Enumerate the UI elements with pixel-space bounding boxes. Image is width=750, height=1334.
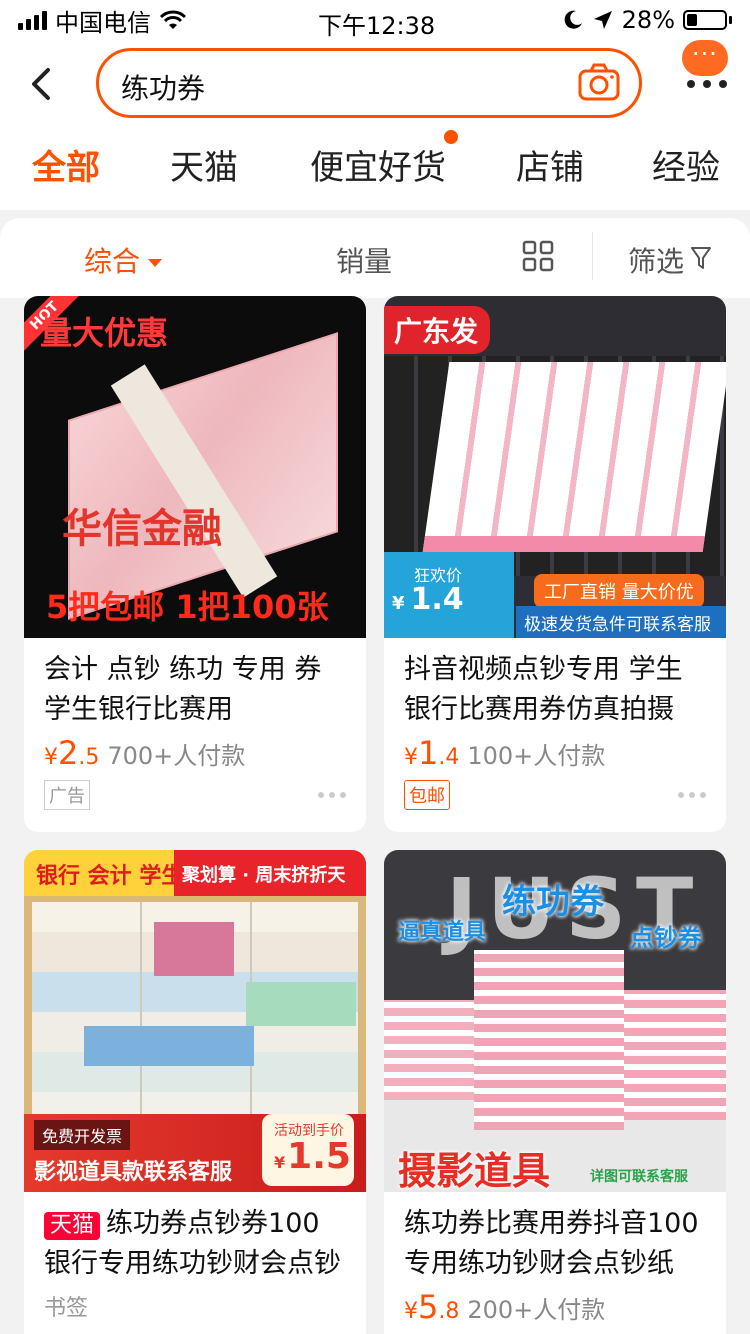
category-tabs: 全部 天猫 便宜好货 店铺 经验 bbox=[0, 130, 750, 210]
product-price: ¥2.5 bbox=[44, 734, 100, 772]
promo-price-badge: 活动到手价 ¥1.5 bbox=[262, 1114, 354, 1186]
sort-filter-bar: 综合 销量 筛选 bbox=[0, 218, 750, 298]
tab-experience[interactable]: 经验 bbox=[652, 140, 720, 189]
image-caption: 华信金融 bbox=[62, 506, 222, 552]
funnel-icon[interactable] bbox=[690, 246, 712, 270]
product-card[interactable]: HOT 量大优惠 华信金融 5把包邮 1把100张 会计 点钞 练功 专用 券 … bbox=[24, 296, 366, 832]
tab-tmall[interactable]: 天猫 bbox=[170, 140, 238, 189]
product-image[interactable]: JUST 练功券 逼真道具 点钞券 摄影道具 详图可联系客服 bbox=[384, 850, 726, 1192]
image-caption: 极速发货急件可联系客服 bbox=[516, 606, 726, 638]
message-bubble-icon: ··· bbox=[682, 40, 728, 76]
bookmark-label[interactable]: 书签 bbox=[24, 1284, 366, 1322]
product-price: ¥1.4 bbox=[404, 734, 460, 772]
location-arrow-icon bbox=[593, 11, 612, 29]
promo-price-badge: 狂欢价 ¥1.4 bbox=[384, 552, 514, 638]
moon-icon bbox=[564, 10, 582, 29]
sort-sales[interactable]: 销量 bbox=[336, 240, 392, 280]
image-caption: 量大优惠 bbox=[40, 314, 169, 352]
product-title[interactable]: 练功券比赛用券抖音100专用练功钞财会点钞纸 bbox=[384, 1192, 726, 1284]
free-shipping-tag: 包邮 bbox=[404, 780, 450, 810]
filter-button[interactable]: 筛选 bbox=[628, 240, 684, 280]
more-menu-button[interactable]: ··· bbox=[678, 40, 736, 98]
product-image[interactable]: HOT 量大优惠 华信金融 5把包邮 1把100张 bbox=[24, 296, 366, 638]
filter-divider bbox=[592, 232, 593, 280]
status-time: 下午12:38 bbox=[318, 12, 436, 40]
tab-shops[interactable]: 店铺 bbox=[516, 140, 584, 189]
image-caption: 5把包邮 1把100张 bbox=[46, 588, 329, 626]
grid-view-icon[interactable] bbox=[522, 240, 554, 272]
image-caption: 练功券 bbox=[502, 882, 604, 922]
camera-icon[interactable] bbox=[577, 61, 621, 103]
image-caption: 免费开发票 bbox=[34, 1120, 131, 1150]
carrier-label: 中国电信 bbox=[55, 8, 151, 37]
image-caption: 工厂直销 量大价优 bbox=[534, 574, 704, 608]
more-options-icon[interactable] bbox=[678, 792, 706, 798]
product-card[interactable]: JUST 练功券 逼真道具 点钞券 摄影道具 详图可联系客服 练功券比赛用券抖音… bbox=[384, 850, 726, 1334]
sold-count: 200+人付款 bbox=[467, 1296, 606, 1324]
product-title[interactable]: 会计 点钞 练功 专用 券 学生银行比赛用 bbox=[24, 638, 366, 730]
more-options-icon[interactable] bbox=[318, 792, 346, 798]
product-card[interactable]: 银行 会计 学生 聚划算 · 周末挤折天 免费开发票 影视道具款联系客服 活动到… bbox=[24, 850, 366, 1334]
status-bar: 中国电信 下午12:38 28% bbox=[0, 0, 750, 40]
price-row: ¥5.8 200+人付款 bbox=[384, 1284, 726, 1326]
sold-count: 100+人付款 bbox=[467, 742, 606, 770]
product-image[interactable]: 广东发 狂欢价 ¥1.4 工厂直销 量大价优 极速发货急件可联系客服 bbox=[384, 296, 726, 638]
image-caption: 聚划算 · 周末挤折天 bbox=[174, 850, 366, 896]
search-input[interactable]: 练功券 bbox=[96, 48, 642, 118]
image-caption: 影视道具款联系客服 bbox=[34, 1160, 233, 1185]
image-caption: 详图可联系客服 bbox=[590, 1169, 688, 1185]
price-row: ¥2.5 700+人付款 bbox=[24, 730, 366, 772]
caret-down-icon bbox=[148, 259, 163, 267]
tab-cheap-goods[interactable]: 便宜好货 bbox=[310, 140, 446, 189]
product-image[interactable]: 银行 会计 学生 聚划算 · 周末挤折天 免费开发票 影视道具款联系客服 活动到… bbox=[24, 850, 366, 1192]
ad-tag: 广告 bbox=[44, 780, 90, 810]
more-dots-icon bbox=[682, 80, 732, 92]
back-arrow-icon[interactable] bbox=[24, 64, 60, 104]
image-caption: 摄影道具 bbox=[398, 1149, 551, 1192]
product-title[interactable]: 抖音视频点钞专用 学生银行比赛用券仿真拍摄 bbox=[384, 638, 726, 730]
new-dot-badge bbox=[444, 130, 458, 144]
sort-comprehensive[interactable]: 综合 bbox=[84, 240, 163, 280]
wifi-icon bbox=[159, 10, 187, 29]
product-title[interactable]: 天猫 练功券点钞券100银行专用练功钞财会点钞 bbox=[24, 1192, 366, 1284]
image-caption: 点钞券 bbox=[630, 924, 702, 952]
search-header: 练功券 ··· bbox=[0, 40, 750, 130]
tab-all[interactable]: 全部 bbox=[32, 140, 100, 189]
sold-count: 700+人付款 bbox=[107, 742, 246, 770]
battery-icon bbox=[683, 10, 732, 30]
product-card[interactable]: 广东发 狂欢价 ¥1.4 工厂直销 量大价优 极速发货急件可联系客服 抖音视频点… bbox=[384, 296, 726, 832]
image-caption: 广东发 bbox=[384, 306, 491, 354]
image-caption: 逼真道具 bbox=[398, 920, 487, 945]
sort-label: 综合 bbox=[84, 245, 141, 278]
signal-icon bbox=[18, 10, 47, 30]
search-query: 练功券 bbox=[121, 72, 206, 105]
battery-percent: 28% bbox=[621, 6, 675, 34]
tmall-badge: 天猫 bbox=[44, 1212, 101, 1240]
product-price: ¥5.8 bbox=[404, 1288, 460, 1326]
price-row: ¥1.4 100+人付款 bbox=[384, 730, 726, 772]
image-caption: 银行 会计 学生 bbox=[36, 864, 184, 889]
